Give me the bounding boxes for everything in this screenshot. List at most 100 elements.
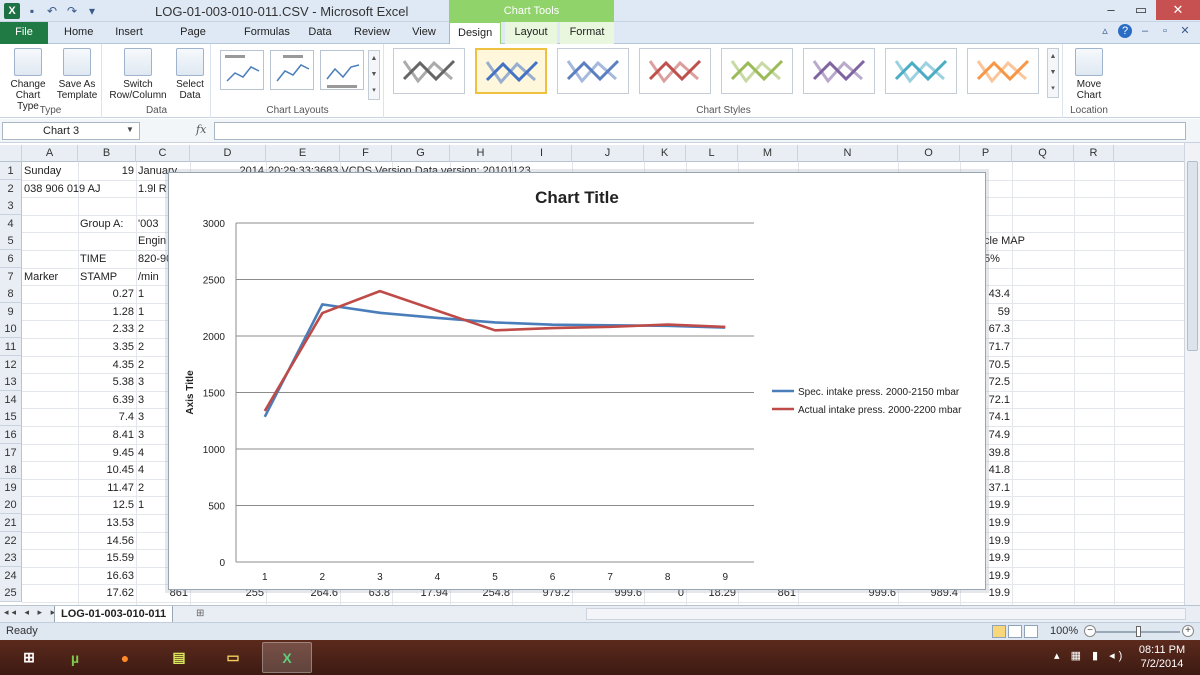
tab-design[interactable]: Design — [449, 22, 501, 44]
cell-p5[interactable]: D.cycle MAP — [960, 232, 1168, 250]
select-all-corner[interactable] — [0, 145, 22, 162]
column-header-h[interactable]: H — [450, 145, 512, 162]
save-icon[interactable]: ▪ — [24, 3, 40, 19]
row-header-22[interactable]: 22 — [0, 531, 22, 550]
cell-b22[interactable]: 14.56 — [78, 532, 136, 550]
select-data-button[interactable]: Select Data — [171, 48, 209, 101]
system-tray-icons[interactable]: ▴ ▦ ▮ ◂) — [1054, 649, 1126, 662]
start-icon[interactable]: ⊞ — [4, 642, 54, 673]
chart-style-8[interactable] — [967, 48, 1039, 94]
name-box-dropdown-icon[interactable]: ▼ — [126, 125, 134, 134]
vertical-scroll-thumb[interactable] — [1187, 161, 1198, 351]
column-header-g[interactable]: G — [392, 145, 450, 162]
column-header-q[interactable]: Q — [1012, 145, 1074, 162]
chart-layout-1[interactable] — [220, 50, 264, 90]
column-header-i[interactable]: I — [512, 145, 572, 162]
chart-style-3[interactable] — [557, 48, 629, 94]
row-header-4[interactable]: 4 — [0, 214, 22, 233]
cell-b11[interactable]: 3.35 — [78, 338, 136, 356]
cell-b20[interactable]: 12.5 — [78, 496, 136, 514]
customize-qat-icon[interactable]: ▾ — [84, 3, 100, 19]
chart-style-1[interactable] — [393, 48, 465, 94]
column-header-f[interactable]: F — [340, 145, 392, 162]
row-header-13[interactable]: 13 — [0, 373, 22, 392]
column-header-e[interactable]: E — [266, 145, 340, 162]
tab-view[interactable]: View — [404, 22, 444, 44]
minimize-ribbon-icon[interactable]: ▵ — [1098, 24, 1112, 38]
cell-b12[interactable]: 4.35 — [78, 356, 136, 374]
cell-b18[interactable]: 10.45 — [78, 461, 136, 479]
cell-b14[interactable]: 6.39 — [78, 391, 136, 409]
cell-b15[interactable]: 7.4 — [78, 408, 136, 426]
vertical-scrollbar[interactable] — [1184, 143, 1200, 605]
cell-b21[interactable]: 13.53 — [78, 514, 136, 532]
tab-data[interactable]: Data — [300, 22, 340, 44]
chart-layout-3[interactable] — [320, 50, 364, 90]
row-header-5[interactable]: 5 — [0, 232, 22, 251]
row-header-3[interactable]: 3 — [0, 197, 22, 216]
column-header-n[interactable]: N — [798, 145, 898, 162]
cell-p7[interactable]: % — [960, 268, 1168, 286]
cell-b13[interactable]: 5.38 — [78, 373, 136, 391]
move-chart-button[interactable]: Move Chart — [1068, 48, 1110, 101]
normal-view-icon[interactable] — [992, 625, 1006, 638]
tab-formulas[interactable]: Formulas — [236, 22, 294, 44]
cell-b16[interactable]: 8.41 — [78, 426, 136, 444]
cell-b17[interactable]: 9.45 — [78, 444, 136, 462]
row-header-1[interactable]: 1 — [0, 162, 22, 180]
sheet-tab[interactable]: LOG-01-003-010-011 — [54, 606, 174, 623]
chart-style-7[interactable] — [885, 48, 957, 94]
zoom-slider-thumb[interactable] — [1136, 626, 1141, 637]
tab-review[interactable]: Review — [346, 22, 398, 44]
switch-row-column-button[interactable]: Switch Row/Column — [107, 48, 169, 101]
cell-b1[interactable]: 19 — [78, 162, 136, 180]
name-box[interactable]: Chart 3 — [2, 122, 140, 140]
redo-icon[interactable]: ↷ — [64, 3, 80, 19]
column-header-r[interactable]: R — [1074, 145, 1114, 162]
tab-format[interactable]: Format — [560, 22, 614, 44]
row-header-10[interactable]: 10 — [0, 320, 22, 339]
cell-p6[interactable]: 40-95% — [960, 250, 1168, 268]
cell-b8[interactable]: 0.27 — [78, 285, 136, 303]
row-header-12[interactable]: 12 — [0, 355, 22, 374]
doc-close-icon[interactable]: ✕ — [1178, 24, 1192, 38]
embedded-chart[interactable]: Chart Title Axis Title 0 500 1000 1500 2000 250… — [168, 172, 986, 590]
excel-taskbar-icon[interactable]: X — [262, 642, 312, 673]
column-header-j[interactable]: J — [572, 145, 644, 162]
column-header-m[interactable]: M — [738, 145, 798, 162]
row-header-7[interactable]: 7 — [0, 267, 22, 286]
row-header-11[interactable]: 11 — [0, 338, 22, 356]
tab-insert[interactable]: Insert — [106, 22, 152, 44]
column-header-l[interactable]: L — [686, 145, 738, 162]
chart-layouts-scroll[interactable]: ▲ ▼ ▾ — [368, 50, 380, 100]
column-header-d[interactable]: D — [190, 145, 266, 162]
doc-minimize-icon[interactable]: – — [1138, 24, 1152, 38]
page-layout-view-icon[interactable] — [1008, 625, 1022, 638]
undo-icon[interactable]: ↶ — [44, 3, 60, 19]
clock[interactable]: 08:11 PM 7/2/2014 — [1132, 643, 1192, 671]
row-header-18[interactable]: 18 — [0, 461, 22, 480]
zoom-level[interactable]: 100% — [1050, 625, 1078, 637]
chart-styles-scroll[interactable]: ▲ ▼ ▾ — [1047, 48, 1059, 98]
firefox-icon[interactable]: ● — [100, 642, 150, 673]
row-header-17[interactable]: 17 — [0, 443, 22, 462]
row-header-16[interactable]: 16 — [0, 426, 22, 444]
file-explorer-icon[interactable]: ▭ — [208, 642, 258, 673]
row-header-19[interactable]: 19 — [0, 478, 22, 497]
row-header-8[interactable]: 8 — [0, 285, 22, 304]
maximize-icon[interactable]: ▭ — [1126, 0, 1156, 20]
row-header-20[interactable]: 20 — [0, 496, 22, 515]
tab-home[interactable]: Home — [56, 22, 100, 44]
chart-style-4[interactable] — [639, 48, 711, 94]
row-header-23[interactable]: 23 — [0, 549, 22, 568]
row-header-9[interactable]: 9 — [0, 302, 22, 321]
chart-layout-2[interactable] — [270, 50, 314, 90]
tab-page-layout[interactable]: Page Layout — [158, 22, 228, 58]
row-header-21[interactable]: 21 — [0, 514, 22, 532]
cell-b19[interactable]: 11.47 — [78, 479, 136, 497]
insert-function-icon[interactable]: fx — [196, 123, 206, 136]
cell-b10[interactable]: 2.33 — [78, 320, 136, 338]
tab-layout[interactable]: Layout — [505, 22, 557, 44]
zoom-out-icon[interactable]: − — [1084, 625, 1096, 637]
zoom-in-icon[interactable]: + — [1182, 625, 1194, 637]
